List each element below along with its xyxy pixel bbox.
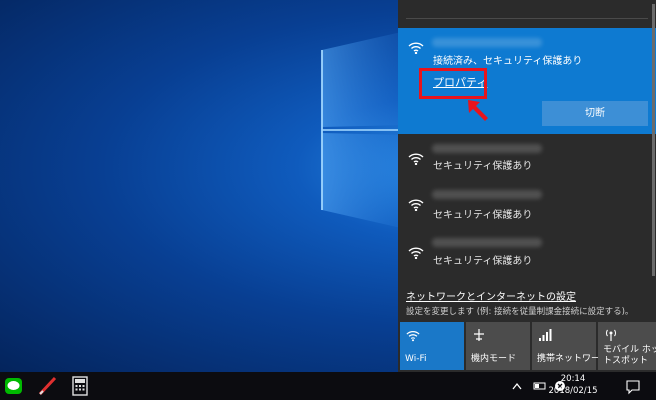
line-app-icon[interactable] xyxy=(2,375,26,397)
network-item[interactable]: セキュリティ保護あり xyxy=(398,234,656,280)
scrollbar[interactable] xyxy=(652,4,655,276)
calculator-app-icon[interactable] xyxy=(68,375,92,397)
tile-label: 機内モード xyxy=(471,354,517,364)
network-settings-description: 設定を変更します (例: 接続を従量制課金接続に設定する)。 xyxy=(406,307,634,317)
airplane-mode-tile[interactable]: 機内モード xyxy=(466,322,530,370)
wifi-icon xyxy=(406,331,420,342)
hotspot-icon xyxy=(605,329,617,341)
network-name-blurred xyxy=(432,190,542,199)
cellular-icon xyxy=(539,329,552,341)
network-name-blurred xyxy=(432,144,542,153)
tile-label: モバイル ホットスポット xyxy=(603,345,656,366)
pointer-arrow-icon xyxy=(468,100,488,121)
wifi-icon xyxy=(408,199,424,211)
windows-logo-wallpaper xyxy=(321,30,410,230)
pen-app-icon[interactable] xyxy=(36,375,60,397)
connection-status: 接続済み、セキュリティ保護あり xyxy=(433,56,583,67)
divider xyxy=(406,18,648,19)
network-security-status: セキュリティ保護あり xyxy=(433,161,533,172)
disconnect-button[interactable]: 切断 xyxy=(542,101,648,126)
clock-time: 20:14 xyxy=(560,374,586,384)
highlight-box xyxy=(419,68,487,99)
network-settings-link[interactable]: ネットワークとインターネットの設定 xyxy=(406,288,576,303)
network-item[interactable]: セキュリティ保護あり xyxy=(398,140,656,186)
mobile-hotspot-tile[interactable]: モバイル ホットスポット xyxy=(598,322,656,370)
chevron-up-icon[interactable] xyxy=(510,372,524,400)
network-item[interactable]: セキュリティ保護あり xyxy=(398,186,656,232)
wifi-toggle-tile[interactable]: Wi-Fi xyxy=(400,322,464,370)
cellular-tile[interactable]: 携帯ネットワーク xyxy=(532,322,609,370)
wifi-icon xyxy=(408,42,424,54)
clock-date: 2018/02/15 xyxy=(548,386,598,396)
wifi-icon xyxy=(408,247,424,259)
tile-label: Wi-Fi xyxy=(405,354,427,364)
network-name-blurred xyxy=(432,38,542,47)
wifi-icon xyxy=(408,153,424,165)
taskbar: 20:14 2018/02/15 xyxy=(0,372,656,400)
taskbar-clock[interactable]: 20:14 2018/02/15 xyxy=(546,373,600,397)
network-name-blurred xyxy=(432,238,542,247)
action-center-icon[interactable] xyxy=(625,372,641,400)
network-security-status: セキュリティ保護あり xyxy=(433,256,533,267)
airplane-icon xyxy=(474,329,484,341)
network-security-status: セキュリティ保護あり xyxy=(433,210,533,221)
